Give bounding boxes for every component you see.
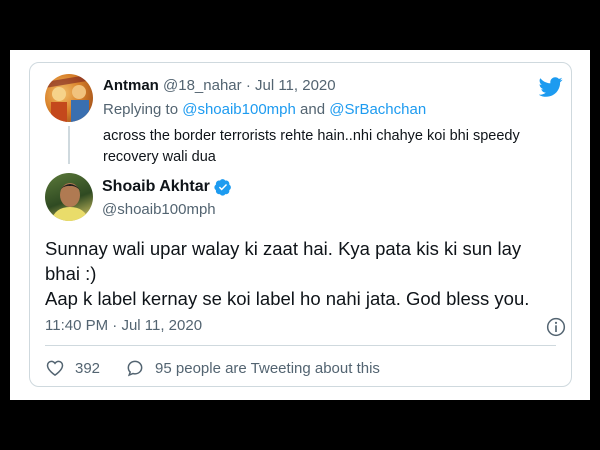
mention-shoaib[interactable]: @shoaib100mph <box>182 101 296 118</box>
tweet-meta-separator: · <box>112 317 118 334</box>
heart-icon <box>46 360 64 376</box>
reply-avatar[interactable] <box>45 74 93 122</box>
reply-date[interactable]: Jul 11, 2020 <box>255 77 336 94</box>
reply-author-name[interactable]: Antman <box>103 77 159 94</box>
info-icon[interactable] <box>546 317 566 337</box>
embed-frame: Antman @18_nahar · Jul 11, 2020 Replying… <box>10 50 590 400</box>
author-name-row[interactable]: Shoaib Akhtar <box>102 178 232 196</box>
tweet-time: 11:40 PM <box>45 317 109 334</box>
mention-srbachchan[interactable]: @SrBachchan <box>329 101 426 118</box>
verified-badge-icon <box>214 179 231 196</box>
tweet-timestamp[interactable]: 11:40 PM · Jul 11, 2020 <box>45 317 202 334</box>
tweeting-about-text: 95 people are Tweeting about this <box>155 359 380 377</box>
tweet-line-1: Sunnay wali upar walay ki zaat hai. Kya … <box>45 238 522 284</box>
thread-line <box>68 126 70 164</box>
replying-to: Replying to @shoaib100mph and @SrBachcha… <box>103 101 426 118</box>
author-name[interactable]: Shoaib Akhtar <box>102 178 210 196</box>
tweet-date: Jul 11, 2020 <box>121 317 203 334</box>
tweet-text: Sunnay wali upar walay ki zaat hai. Kya … <box>45 236 560 311</box>
tweet-card[interactable]: Antman @18_nahar · Jul 11, 2020 Replying… <box>29 62 572 387</box>
reply-header: Antman @18_nahar · Jul 11, 2020 <box>103 77 336 94</box>
reply-author-handle[interactable]: @18_nahar <box>163 77 242 94</box>
author-avatar[interactable] <box>45 173 93 221</box>
reply-separator: · <box>245 77 251 94</box>
like-count: 392 <box>75 359 101 377</box>
tweeting-about-link[interactable]: 95 people are Tweeting about this <box>125 358 380 378</box>
reply-text: across the border terrorists rehte hain.… <box>103 128 520 165</box>
replying-and: and <box>300 101 326 118</box>
tweet-line-2: Aap k label kernay se koi label ho nahi … <box>45 288 530 309</box>
twitter-bird-icon[interactable] <box>539 75 563 99</box>
author-handle[interactable]: @shoaib100mph <box>102 201 216 218</box>
replying-prefix: Replying to <box>103 101 179 118</box>
action-bar: 392 95 people are Tweeting about this <box>45 356 380 380</box>
like-button[interactable]: 392 <box>45 358 100 378</box>
speech-bubble-icon <box>127 360 143 377</box>
divider <box>45 345 556 346</box>
